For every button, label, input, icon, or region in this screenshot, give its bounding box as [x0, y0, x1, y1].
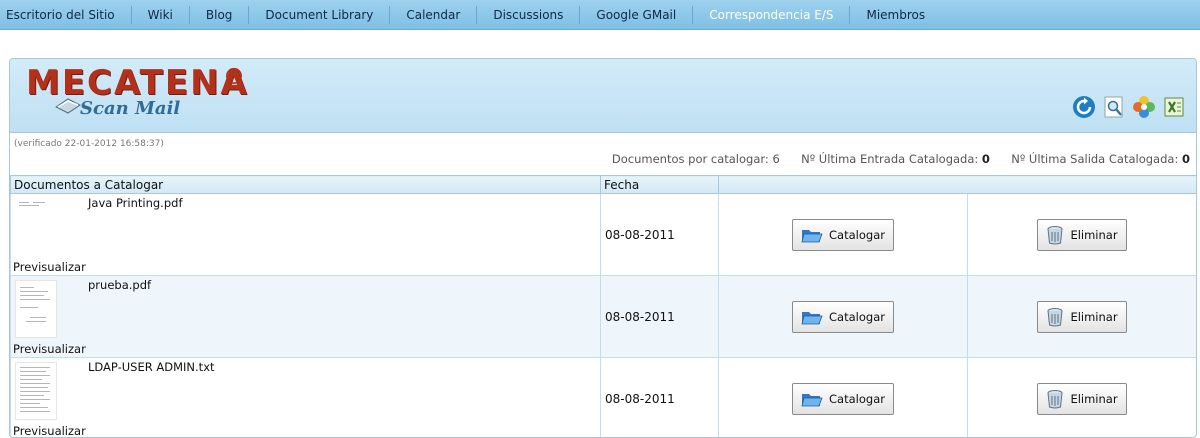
preview-link[interactable]: Previsualizar: [13, 342, 86, 356]
nav-google-gmail[interactable]: Google GMail: [580, 5, 694, 24]
nav-wiki[interactable]: Wiki: [132, 5, 190, 24]
table-row: prueba.pdf Previsualizar 08-08-2011 Cata…: [10, 275, 1196, 358]
delete-cell: Eliminar: [967, 275, 1196, 358]
document-cell: prueba.pdf Previsualizar: [10, 275, 601, 358]
folder-open-icon: [801, 311, 823, 324]
last-out-value: 0: [1181, 152, 1190, 166]
last-in-value: 0: [981, 152, 990, 166]
date-cell: 08-08-2011: [600, 275, 719, 358]
document-name: LDAP-USER ADMIN.txt: [88, 360, 215, 374]
info-bar: (verificado 22-01-2012 16:58:37) Documen…: [10, 133, 1196, 175]
documents-table: Documentos a Catalogar Fecha Java Printi…: [10, 175, 1196, 437]
scan-mail-panel: MECATENA ® Scan Mail (verificado 22-01-2…: [9, 58, 1197, 438]
document-name: prueba.pdf: [88, 278, 152, 292]
catalog-button[interactable]: Catalogar: [792, 300, 894, 333]
pending-value: 6: [772, 152, 780, 166]
trash-icon: [1047, 225, 1063, 244]
color-wheel-icon[interactable]: [1132, 95, 1156, 119]
nav-blog[interactable]: Blog: [190, 5, 250, 24]
trash-icon: [1047, 389, 1063, 408]
toolbar: [1072, 95, 1186, 119]
header-actions: [718, 175, 1196, 194]
banner: MECATENA ® Scan Mail: [10, 59, 1196, 133]
preview-link[interactable]: Previsualizar: [13, 260, 86, 274]
pending-label: Documentos por catalogar:: [611, 152, 769, 166]
delete-label: Eliminar: [1070, 227, 1118, 242]
nav-correspondencia[interactable]: Correspondencia E/S: [693, 5, 851, 24]
logo-subtitle: Scan Mail: [80, 98, 181, 119]
nav-discussions[interactable]: Discussions: [477, 5, 581, 24]
nav-escritorio[interactable]: Escritorio del Sitio: [0, 5, 132, 24]
date-cell: 08-08-2011: [600, 193, 719, 276]
document-thumbnail[interactable]: [15, 280, 57, 338]
delete-cell: Eliminar: [967, 193, 1196, 276]
table-row: LDAP-USER ADMIN.txt Previsualizar 08-08-…: [10, 357, 1196, 437]
delete-label: Eliminar: [1070, 309, 1118, 324]
table-row: Java Printing.pdf Previsualizar 08-08-20…: [10, 193, 1196, 276]
catalog-label: Catalogar: [829, 309, 885, 324]
refresh-icon[interactable]: [1072, 95, 1096, 119]
folder-open-icon: [801, 229, 823, 242]
document-cell: LDAP-USER ADMIN.txt Previsualizar: [10, 357, 601, 437]
excel-icon[interactable]: [1162, 95, 1186, 119]
last-in-label: Nº Última Entrada Catalogada:: [801, 152, 979, 166]
search-icon[interactable]: [1102, 95, 1126, 119]
delete-button[interactable]: Eliminar: [1037, 300, 1127, 333]
last-out-label: Nº Última Salida Catalogada:: [1011, 152, 1179, 166]
catalog-counts: Documentos por catalogar: 6 Nº Última En…: [612, 152, 1190, 166]
date-cell: 08-08-2011: [600, 357, 719, 437]
document-name: Java Printing.pdf: [88, 196, 183, 210]
nav-miembros[interactable]: Miembros: [850, 6, 941, 24]
preview-link[interactable]: Previsualizar: [13, 424, 86, 437]
delete-label: Eliminar: [1070, 391, 1118, 406]
catalog-button[interactable]: Catalogar: [792, 382, 894, 415]
delete-cell: Eliminar: [967, 357, 1196, 437]
delete-button[interactable]: Eliminar: [1037, 382, 1127, 415]
top-navigation: Escritorio del Sitio Wiki Blog Document …: [0, 0, 1200, 30]
logo: MECATENA ® Scan Mail: [26, 63, 249, 119]
delete-button[interactable]: Eliminar: [1037, 218, 1127, 251]
nav-document-library[interactable]: Document Library: [249, 5, 391, 24]
header-date: Fecha: [600, 175, 719, 194]
document-cell: Java Printing.pdf Previsualizar: [10, 193, 601, 276]
catalog-label: Catalogar: [829, 227, 885, 242]
catalog-cell: Catalogar: [718, 357, 968, 437]
folder-open-icon: [801, 393, 823, 406]
header-documents: Documentos a Catalogar: [10, 175, 601, 194]
scanner-icon: [55, 98, 81, 114]
catalog-cell: Catalogar: [718, 193, 968, 276]
table-header: Documentos a Catalogar Fecha: [10, 175, 1196, 194]
catalog-button[interactable]: Catalogar: [792, 218, 894, 251]
document-thumbnail[interactable]: [15, 198, 57, 208]
document-thumbnail[interactable]: [15, 362, 57, 420]
catalog-cell: Catalogar: [718, 275, 968, 358]
trash-icon: [1047, 307, 1063, 326]
nav-calendar[interactable]: Calendar: [390, 5, 478, 24]
registered-mark: ®: [223, 65, 245, 90]
catalog-label: Catalogar: [829, 391, 885, 406]
verified-timestamp: (verificado 22-01-2012 16:58:37): [14, 139, 164, 149]
